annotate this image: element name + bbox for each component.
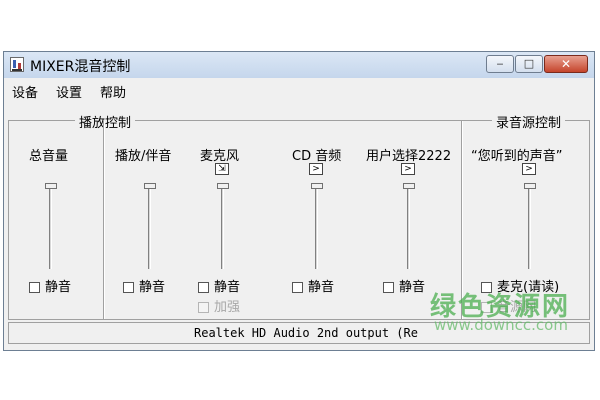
watermark-url: www.downcc.com <box>434 316 568 334</box>
volume-slider-user-select[interactable] <box>403 183 415 189</box>
record-source-label: “您听到的声音” <box>471 149 563 164</box>
mute-checkbox-microphone[interactable]: 静音 <box>198 276 240 295</box>
maximize-button[interactable]: □ <box>515 55 543 73</box>
mute-label: 静音 <box>214 280 241 295</box>
minimize-button[interactable]: ‒ <box>486 55 514 73</box>
slider-track-master <box>49 187 52 269</box>
volume-slider-record[interactable] <box>524 183 536 189</box>
channel-label-user-select: 用户选择2222 <box>366 149 452 164</box>
volume-slider-microphone[interactable] <box>217 183 229 189</box>
channel-label-cd-audio: CD 音频 <box>292 149 342 164</box>
checkbox-box[interactable] <box>123 282 134 293</box>
menu-help[interactable]: 帮助 <box>100 82 126 101</box>
menu-settings[interactable]: 设置 <box>56 82 82 101</box>
mute-checkbox-playback[interactable]: 静音 <box>123 276 165 295</box>
close-button[interactable]: ✕ <box>544 55 588 73</box>
site-watermark: 绿色资源网 www.downcc.com <box>430 286 570 334</box>
channel-label-master: 总音量 <box>29 149 69 164</box>
boost-label: 加强 <box>214 300 241 315</box>
advanced-button-user-select[interactable]: > <box>401 163 415 175</box>
status-device-text: Realtek HD Audio 2nd output (Re <box>194 326 418 340</box>
volume-slider-cd-audio[interactable] <box>311 183 323 189</box>
record-group-title: 录音源控制 <box>492 112 566 131</box>
mute-label: 静音 <box>308 280 335 295</box>
mixer-app-icon <box>10 57 24 72</box>
checkbox-box[interactable] <box>292 282 303 293</box>
channel-label-playback: 播放/伴音 <box>115 149 172 164</box>
advanced-button-microphone[interactable]: ⇲ <box>215 163 229 175</box>
slider-track-playback <box>148 187 151 269</box>
advanced-button-record[interactable]: > <box>522 163 536 175</box>
slider-track-record <box>528 187 531 269</box>
mute-label: 静音 <box>45 280 72 295</box>
mute-checkbox-master[interactable]: 静音 <box>29 276 71 295</box>
slider-track-cd-audio <box>315 187 318 269</box>
checkbox-box[interactable] <box>29 282 40 293</box>
checkbox-box[interactable] <box>198 302 209 313</box>
checkbox-box[interactable] <box>383 282 394 293</box>
channel-label-microphone: 麦克风 <box>200 149 240 164</box>
playback-group-title: 播放控制 <box>75 112 136 131</box>
slider-track-user-select <box>407 187 410 269</box>
volume-slider-playback[interactable] <box>144 183 156 189</box>
menu-bar: 设备 设置 帮助 <box>4 78 594 101</box>
chevron-right-icon: > <box>525 164 533 174</box>
mute-checkbox-cd-audio[interactable]: 静音 <box>292 276 334 295</box>
title-bar[interactable]: MIXER混音控制 ‒ □ ✕ <box>4 52 594 79</box>
mute-checkbox-user-select[interactable]: 静音 <box>383 276 425 295</box>
chevron-right-icon: > <box>312 164 320 174</box>
boost-checkbox-microphone[interactable]: 加强 <box>198 296 240 315</box>
advanced-button-cd-audio[interactable]: > <box>309 163 323 175</box>
separator <box>103 121 105 319</box>
chevron-right-icon: > <box>404 164 412 174</box>
checkbox-box[interactable] <box>198 282 209 293</box>
slider-track-microphone <box>221 187 224 269</box>
mute-label: 静音 <box>139 280 166 295</box>
window-title: MIXER混音控制 <box>30 59 131 75</box>
volume-slider-master[interactable] <box>45 183 57 189</box>
menu-device[interactable]: 设备 <box>12 82 38 101</box>
advanced-icon: ⇲ <box>218 164 226 174</box>
mute-label: 静音 <box>399 280 426 295</box>
